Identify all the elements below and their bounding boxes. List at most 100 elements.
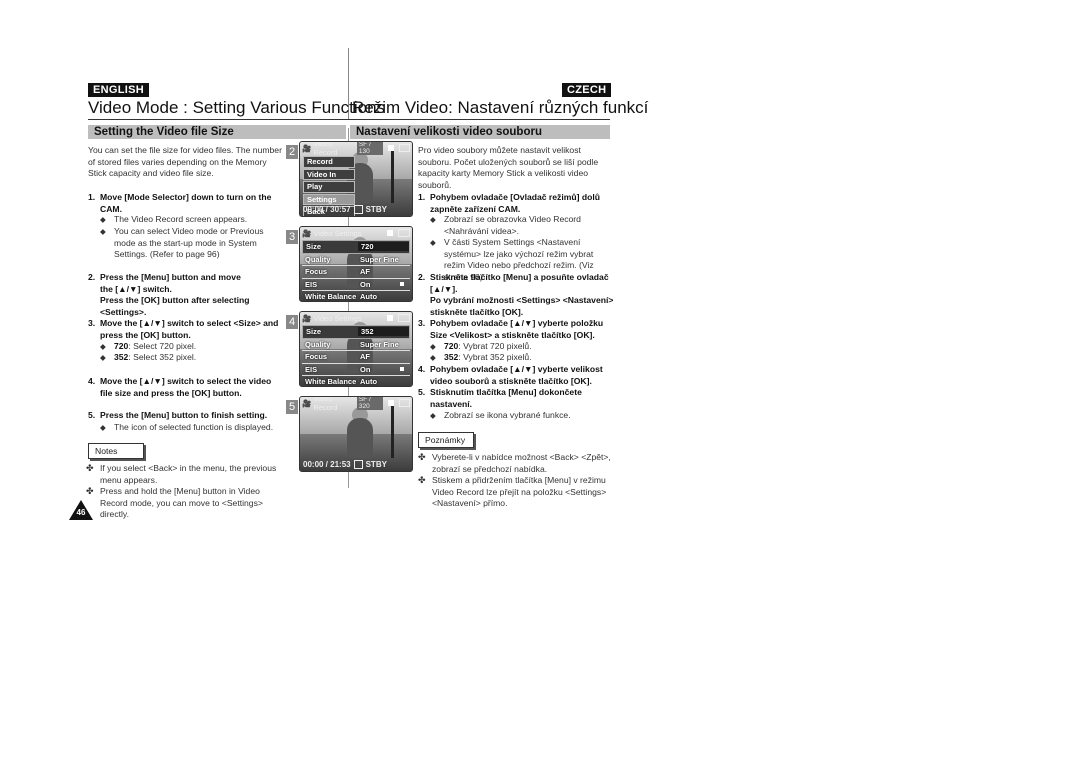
setting-row-eis[interactable]: EIS On [302, 279, 410, 291]
camera-icon: 🎥 [302, 398, 312, 408]
step-2-english: 2. Press the [Menu] button and move the … [88, 272, 250, 317]
memory-card-icon [388, 400, 394, 406]
bullet: ◆ The icon of selected function is displ… [100, 422, 274, 432]
diamond-bullet-icon: ◆ [100, 423, 106, 432]
screen-number: 5 [286, 400, 298, 414]
step-2-czech: 2. Stiskněte tlačítko [Menu] a posuňte o… [418, 272, 614, 317]
settings-list: Size 720 Quality Super Fine Focus AF EIS On … [302, 240, 410, 301]
menu-item-play[interactable]: Play [303, 181, 355, 193]
setting-row-eis[interactable]: EIS On [302, 364, 410, 376]
settings-list: Size 352 Quality Super Fine Focus AF EIS On … [302, 325, 410, 386]
screen-title: Video Record [313, 396, 338, 412]
diamond-bullet-icon: ◆ [430, 342, 436, 351]
bullet: ◆ You can select Video mode or Previous … [100, 226, 264, 260]
note-item: ✤ Vyberete-li v nabídce možnost <Back> <… [418, 452, 611, 474]
setting-row-focus[interactable]: Focus AF [302, 351, 410, 364]
menu-item-settings[interactable]: Settings [303, 193, 355, 205]
stop-icon [353, 460, 363, 469]
menu-item-record[interactable]: Record [303, 156, 355, 168]
setting-row-quality[interactable]: Quality Super Fine [302, 339, 410, 351]
status-text: STBY [365, 205, 387, 214]
time-readout: 00:00 / 21:53 [303, 460, 351, 469]
step-5-english: 5. Press the [Menu] button to finish set… [88, 410, 268, 420]
step-3-english: 3. Move the [▲/▼] switch to select <Size… [88, 318, 279, 340]
page-title-czech: Režim Video: Nastavení různých funkcí [352, 98, 649, 117]
step-text: Move [Mode Selector] down to turn on the… [100, 192, 272, 214]
battery-icon [398, 314, 410, 322]
screen-video-settings-352: 🎥 Video Settings Size 352 Quality Super Fi… [299, 311, 413, 387]
scroll-indicator-icon [400, 282, 404, 287]
title-rule [88, 119, 610, 120]
step-5-czech: 5. Stisknutím tlačítka [Menu] dokončete … [418, 387, 582, 409]
bullet: ◆ 352: Vybrat 352 pixelů. [430, 352, 532, 362]
diamond-bullet-icon: ◆ [430, 353, 436, 362]
section-heading-czech: Nastavení velikosti video souboru [350, 125, 610, 139]
screen-title: Video Settings [313, 313, 362, 323]
bullet: ◆ 352: Select 352 pixel. [100, 352, 197, 362]
screen-video-settings-720: 🎥 Video Settings Size 720 Quality Super Fi… [299, 226, 413, 302]
memory-card-icon [388, 145, 394, 151]
scroll-indicator-icon [400, 367, 404, 372]
bullet: ◆ 720: Select 720 pixel. [100, 341, 197, 351]
camera-icon: 🎥 [302, 143, 312, 153]
diamond-bullet-icon: ◆ [100, 342, 106, 351]
battery-icon [398, 144, 411, 152]
page-number: 46 [76, 508, 86, 517]
screen-number: 2 [286, 145, 298, 159]
note-bullet-icon: ✤ [418, 475, 426, 485]
step-3-czech: 3. Pohybem ovladače [▲/▼] vyberte položk… [418, 318, 604, 340]
diamond-bullet-icon: ◆ [100, 227, 106, 236]
setting-row-white-balance[interactable]: White Balance Auto [302, 291, 410, 301]
file-counter: SF / 130 [356, 142, 384, 155]
file-counter: SF / 320 [356, 397, 384, 410]
battery-icon [398, 399, 411, 407]
screen-title: Video Settings [313, 228, 362, 238]
setting-row-quality[interactable]: Quality Super Fine [302, 254, 410, 266]
diamond-bullet-icon: ◆ [430, 411, 436, 420]
setting-row-size[interactable]: Size 352 [302, 325, 410, 339]
step-1-english: 1. Move [Mode Selector] down to turn on … [88, 192, 284, 215]
bullet: ◆ Zobrazí se obrazovka Video Record <Nah… [430, 214, 581, 236]
diamond-bullet-icon: ◆ [430, 215, 436, 224]
screen-video-record-menu: 🎥 Video Record SF / 130 Record Video In … [299, 141, 413, 217]
note-item: ✤ Press and hold the [Menu] button in Vi… [86, 486, 263, 520]
screen-video-record: 🎥 Video Record SF / 320 00:00 / 21:53 ST… [299, 396, 413, 472]
diamond-bullet-icon: ◆ [100, 353, 106, 362]
bullet: ◆ Zobrazí se ikona vybrané funkce. [430, 410, 571, 420]
bullet: ◆ The Video Record screen appears. [100, 214, 248, 224]
battery-icon [398, 229, 410, 237]
screen-title: Video Record [313, 141, 338, 157]
notes-label: Notes [88, 443, 144, 459]
camera-icon: 🎥 [302, 228, 312, 238]
step-4-czech: 4. Pohybem ovladače [▲/▼] vyberte veliko… [418, 364, 603, 386]
setting-row-focus[interactable]: Focus AF [302, 266, 410, 279]
memory-card-icon [387, 230, 393, 236]
note-bullet-icon: ✤ [86, 463, 94, 473]
notes-label: Poznámky [418, 432, 474, 448]
diamond-bullet-icon: ◆ [430, 238, 436, 247]
note-bullet-icon: ✤ [418, 452, 426, 462]
screen-number: 3 [286, 230, 298, 244]
setting-row-white-balance[interactable]: White Balance Auto [302, 376, 410, 386]
setting-row-size[interactable]: Size 720 [302, 240, 410, 254]
note-bullet-icon: ✤ [86, 486, 94, 496]
step-1-czech: 1. Pohybem ovladače [Ovladač režimů] dol… [418, 192, 601, 214]
step-4-english: 4. Move the [▲/▼] switch to select the v… [88, 376, 272, 398]
intro-czech: Pro video soubory můžete nastavit veliko… [418, 145, 599, 190]
stop-icon [353, 205, 363, 214]
page-title-english: Video Mode : Setting Various Functions [88, 98, 386, 117]
menu-item-video-in[interactable]: Video In [303, 168, 355, 180]
status-text: STBY [365, 460, 387, 469]
camera-icon: 🎥 [302, 313, 312, 323]
section-heading-english: Setting the Video file Size [88, 125, 346, 139]
step-number: 1. [88, 192, 96, 202]
note-item: ✤ Stiskem a přidržením tlačítka [Menu] v… [418, 475, 607, 509]
time-readout: 00:00 / 30:57 [303, 205, 351, 214]
language-badge-czech: CZECH [562, 83, 612, 97]
bullet: ◆ 720: Vybrat 720 pixelů. [430, 341, 532, 351]
screen-number: 4 [286, 315, 298, 329]
note-item: ✤ If you select <Back> in the menu, the … [86, 463, 277, 485]
diamond-bullet-icon: ◆ [100, 215, 106, 224]
language-badge-english: ENGLISH [88, 83, 149, 97]
memory-card-icon [387, 315, 393, 321]
